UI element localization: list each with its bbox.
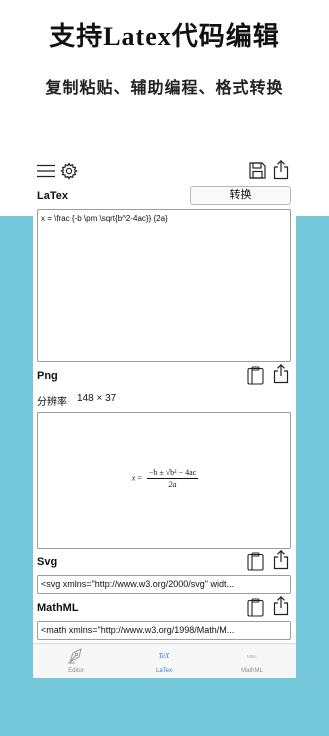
hamburger-menu-icon[interactable] [37, 164, 55, 178]
tab-editor[interactable]: Editor [46, 644, 106, 679]
tex-icon: TeX [154, 647, 174, 664]
tab-mathml-label: MathML [241, 668, 263, 674]
convert-button[interactable]: 转换 [190, 186, 291, 205]
copy-clipboard-icon[interactable] [247, 598, 264, 617]
app-screen: LaTex 转换 x = \frac {-b \pm \sqrt{b^2-4ac… [33, 154, 296, 678]
pen-nib-icon [66, 647, 86, 664]
share-icon[interactable] [273, 596, 289, 616]
tab-mathml[interactable]: MML MathML [222, 644, 282, 679]
png-preview: x = −b ± √b² − 4ac 2a [37, 412, 291, 549]
copy-clipboard-icon[interactable] [247, 552, 264, 571]
share-icon[interactable] [273, 160, 289, 180]
formula-fraction: −b ± √b² − 4ac 2a [146, 468, 199, 489]
mathml-icon: MML [242, 647, 262, 664]
formula-lhs: x [131, 473, 136, 483]
gear-icon[interactable] [60, 162, 78, 180]
formula-denominator: 2a [168, 480, 177, 489]
formula-numerator: −b ± √b² − 4ac [146, 468, 199, 479]
mathml-output-field[interactable]: <math xmlns="http://www.w3.org/1998/Math… [37, 621, 291, 640]
copy-clipboard-icon[interactable] [247, 366, 264, 385]
png-section-label: Png [37, 370, 58, 382]
tab-bar: Editor TeX LaTex MML MathML [33, 643, 296, 678]
promo-subtitle: 复制粘贴、辅助编程、格式转换 [45, 80, 284, 97]
resolution-label: 分辨率 [37, 397, 67, 408]
save-floppy-icon[interactable] [249, 162, 266, 179]
rendered-formula: x = −b ± √b² − 4ac 2a [38, 468, 292, 489]
formula-equals: = [137, 473, 142, 483]
svg-section-label: Svg [37, 556, 58, 568]
svg-output-field[interactable]: <svg xmlns="http://www.w3.org/2000/svg" … [37, 575, 291, 594]
svg-text:TeX: TeX [159, 652, 170, 660]
svg-text:MML: MML [247, 654, 257, 659]
tab-editor-label: Editor [68, 668, 84, 674]
top-toolbar [33, 158, 296, 184]
latex-input-field[interactable]: x = \frac {-b \pm \sqrt{b^2-4ac}} {2a} [37, 209, 291, 362]
share-icon[interactable] [273, 550, 289, 570]
resolution-value: 148 × 37 [77, 393, 117, 404]
share-icon[interactable] [273, 364, 289, 384]
mathml-section-label: MathML [37, 602, 79, 614]
latex-section-label: LaTex [37, 190, 68, 202]
promo-title: 支持Latex代码编辑 [49, 22, 280, 51]
tab-latex-label: LaTex [155, 668, 172, 674]
tab-latex[interactable]: TeX LaTex [134, 644, 194, 679]
